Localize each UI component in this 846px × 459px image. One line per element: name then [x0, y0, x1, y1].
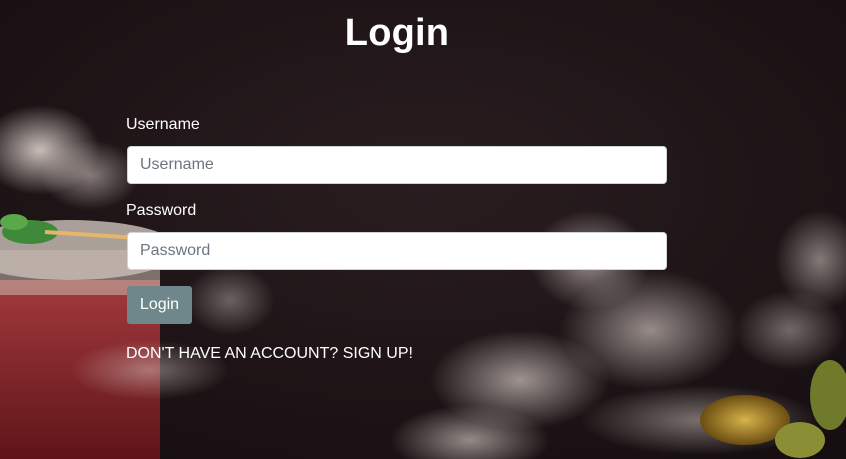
username-input[interactable]: [127, 146, 667, 184]
password-group: Password: [126, 201, 667, 270]
login-form: Username Password Login DON'T HAVE AN AC…: [126, 115, 667, 364]
username-group: Username: [126, 115, 667, 184]
signup-link[interactable]: DON'T HAVE AN ACCOUNT? SIGN UP!: [126, 344, 667, 364]
page-title: Login: [344, 12, 450, 54]
password-label: Password: [126, 202, 197, 219]
password-input[interactable]: [127, 232, 667, 270]
username-label: Username: [126, 116, 200, 133]
login-button[interactable]: Login: [127, 286, 192, 324]
